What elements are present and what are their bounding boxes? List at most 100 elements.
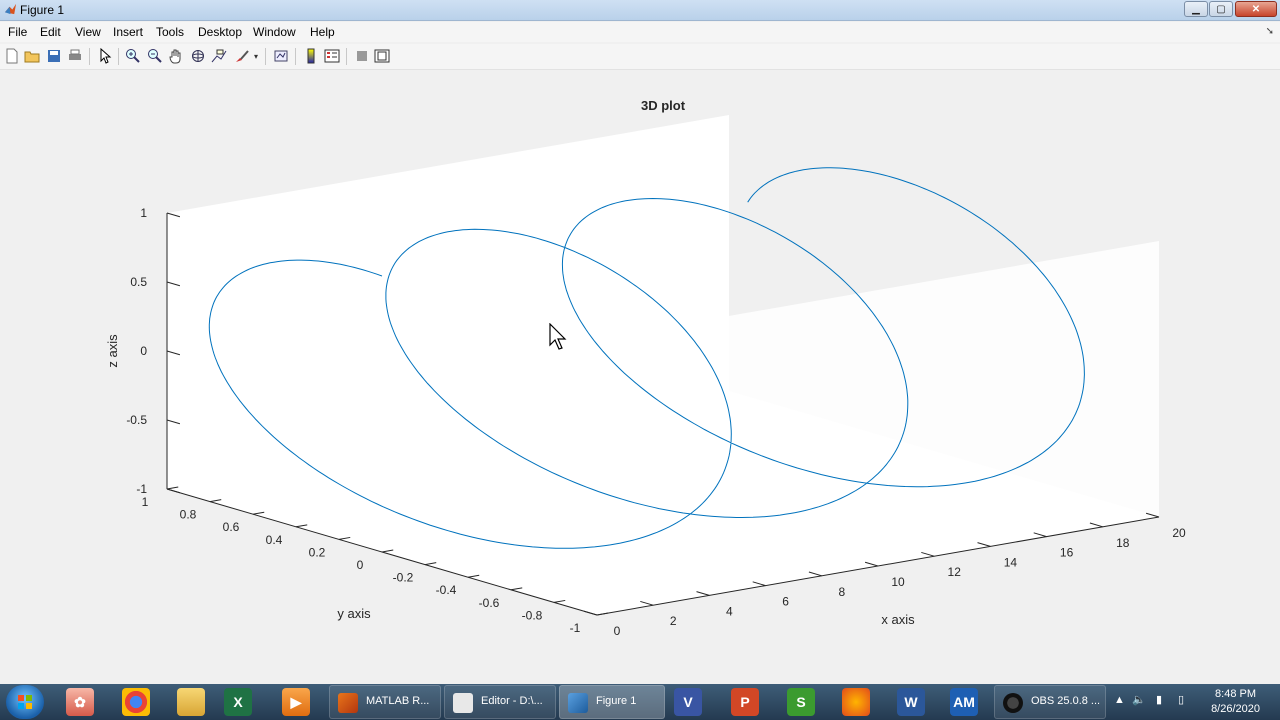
clock-time: 8:48 PM xyxy=(1215,688,1257,700)
toolbar-separator xyxy=(118,48,119,65)
legend-icon[interactable] xyxy=(324,48,340,64)
windows-taskbar: ✿ X ▶ MATLAB R... Editor - D:\... Figure… xyxy=(0,684,1280,720)
powerpoint-icon[interactable]: P xyxy=(731,688,759,716)
x-tick-label: 2 xyxy=(670,614,677,628)
menu-file[interactable]: File xyxy=(8,25,27,39)
pan-hand-icon[interactable] xyxy=(168,48,184,64)
maximize-button[interactable]: ▢ xyxy=(1209,1,1233,17)
brush-dropdown-arrow-icon[interactable]: ▾ xyxy=(254,52,258,61)
firefox-icon[interactable] xyxy=(842,688,870,716)
window-titlebar: Figure 1 ▁ ▢ ✕ xyxy=(0,0,1280,21)
network-icon[interactable]: ▮ xyxy=(1156,693,1162,706)
taskbar-editor-label: Editor - D:\... xyxy=(481,695,543,707)
taskbar-matlab-label: MATLAB R... xyxy=(366,695,430,707)
z-tick-label: -1 xyxy=(136,482,147,496)
x-tick-label: 12 xyxy=(948,565,962,579)
x-tick-label: 14 xyxy=(1004,555,1018,569)
menu-desktop[interactable]: Desktop xyxy=(198,25,242,39)
zoom-in-icon[interactable] xyxy=(125,48,141,64)
media-player-icon[interactable]: ▶ xyxy=(282,688,310,716)
obs-icon xyxy=(1003,693,1023,713)
toolbar-separator xyxy=(265,48,266,65)
menu-bar: File Edit View Insert Tools Desktop Wind… xyxy=(0,22,1280,42)
chart-title: 3D plot xyxy=(641,98,686,113)
volume-icon[interactable]: 🔈 xyxy=(1132,693,1146,706)
taskbar-matlab[interactable]: MATLAB R... xyxy=(329,685,441,719)
minimize-button[interactable]: ▁ xyxy=(1184,1,1208,17)
x-tick-label: 18 xyxy=(1116,536,1130,550)
taskbar-editor[interactable]: Editor - D:\... xyxy=(444,685,556,719)
x-tick-label: 20 xyxy=(1172,526,1186,540)
x-axis-label: x axis xyxy=(881,612,915,627)
open-file-icon[interactable] xyxy=(24,48,40,64)
data-cursor-icon[interactable] xyxy=(211,48,227,64)
menu-view[interactable]: View xyxy=(75,25,101,39)
x-tick-label: 10 xyxy=(891,575,905,589)
menu-window[interactable]: Window xyxy=(253,25,296,39)
menu-tools[interactable]: Tools xyxy=(156,25,184,39)
z-tick-label: 0.5 xyxy=(130,275,147,289)
3d-plot-axes[interactable]: 02468101214161820-1-0.8-0.6-0.4-0.200.20… xyxy=(0,70,1280,684)
colorbar-icon[interactable] xyxy=(303,48,319,64)
link-plot-icon[interactable] xyxy=(273,48,289,64)
editor-icon xyxy=(453,693,473,713)
am-icon[interactable]: AM xyxy=(950,688,978,716)
brush-icon[interactable] xyxy=(234,48,250,64)
menu-edit[interactable]: Edit xyxy=(40,25,61,39)
close-button[interactable]: ✕ xyxy=(1235,1,1277,17)
y-axis-label: y axis xyxy=(337,606,371,621)
y-tick-label: -1 xyxy=(570,621,581,635)
print-icon[interactable] xyxy=(67,48,83,64)
start-button[interactable] xyxy=(6,685,44,719)
y-tick-label: 0.2 xyxy=(309,545,326,559)
x-tick-label: 16 xyxy=(1060,546,1074,560)
paint-icon[interactable]: ✿ xyxy=(66,688,94,716)
taskbar-obs[interactable]: OBS 25.0.8 ... xyxy=(994,685,1106,719)
menu-help[interactable]: Help xyxy=(310,25,335,39)
visio-icon[interactable]: V xyxy=(674,688,702,716)
toolbar-separator xyxy=(346,48,347,65)
power-icon[interactable]: ▯ xyxy=(1178,693,1184,706)
y-tick-label: 0.8 xyxy=(180,508,197,522)
x-tick-label: 6 xyxy=(782,595,789,609)
y-tick-label: -0.4 xyxy=(436,583,457,597)
menubar-dock-arrow-icon[interactable]: ➘ xyxy=(1266,26,1274,37)
select-arrow-icon[interactable] xyxy=(97,48,113,64)
chrome-icon[interactable] xyxy=(122,688,150,716)
show-plot-tools-icon[interactable] xyxy=(374,48,390,64)
taskbar-clock[interactable]: 8:48 PM 8/26/2020 xyxy=(1211,687,1260,717)
tray-expand-icon[interactable]: ▲ xyxy=(1114,694,1125,706)
am-icon-label: AM xyxy=(953,694,975,710)
window-title: Figure 1 xyxy=(20,3,65,17)
y-tick-label: 1 xyxy=(142,495,149,509)
z-tick-label: -0.5 xyxy=(126,413,147,427)
green-app-icon[interactable]: S xyxy=(787,688,815,716)
x-tick-label: 8 xyxy=(838,585,845,599)
menu-insert[interactable]: Insert xyxy=(113,25,143,39)
zoom-out-icon[interactable] xyxy=(147,48,163,64)
figure-canvas: 0 2 4 6 8 10 12 14 16 18 20 -1 -0.8 -0.6 -0.4 -0.2 0 0.2 0… xyxy=(0,70,1280,684)
y-tick-label: -0.8 xyxy=(522,608,543,622)
figure-toolbar: ▾ xyxy=(0,44,1280,70)
z-axis-label: z axis xyxy=(105,334,120,368)
y-tick-label: 0.6 xyxy=(223,520,240,534)
taskbar-figure1[interactable]: Figure 1 xyxy=(559,685,665,719)
y-tick-label: -0.2 xyxy=(393,571,414,585)
z-tick-label: 0 xyxy=(140,344,147,358)
folder-icon[interactable] xyxy=(177,688,205,716)
matlab-figure-icon xyxy=(568,693,588,713)
taskbar-figure1-label: Figure 1 xyxy=(596,695,637,707)
taskbar-obs-label: OBS 25.0.8 ... xyxy=(1031,695,1101,707)
matlab-logo-icon xyxy=(4,3,17,15)
rotate-3d-icon[interactable] xyxy=(190,48,206,64)
z-tick-label: 1 xyxy=(140,206,147,220)
mouse-pointer-icon xyxy=(549,323,567,350)
x-tick-label: 0 xyxy=(614,624,621,638)
windows-logo-icon xyxy=(18,695,32,709)
word-icon[interactable]: W xyxy=(897,688,925,716)
toolbar-separator xyxy=(89,48,90,65)
excel-icon[interactable]: X xyxy=(224,688,252,716)
new-figure-icon[interactable] xyxy=(4,48,20,64)
save-icon[interactable] xyxy=(46,48,62,64)
hide-plot-tools-icon[interactable] xyxy=(354,48,370,64)
